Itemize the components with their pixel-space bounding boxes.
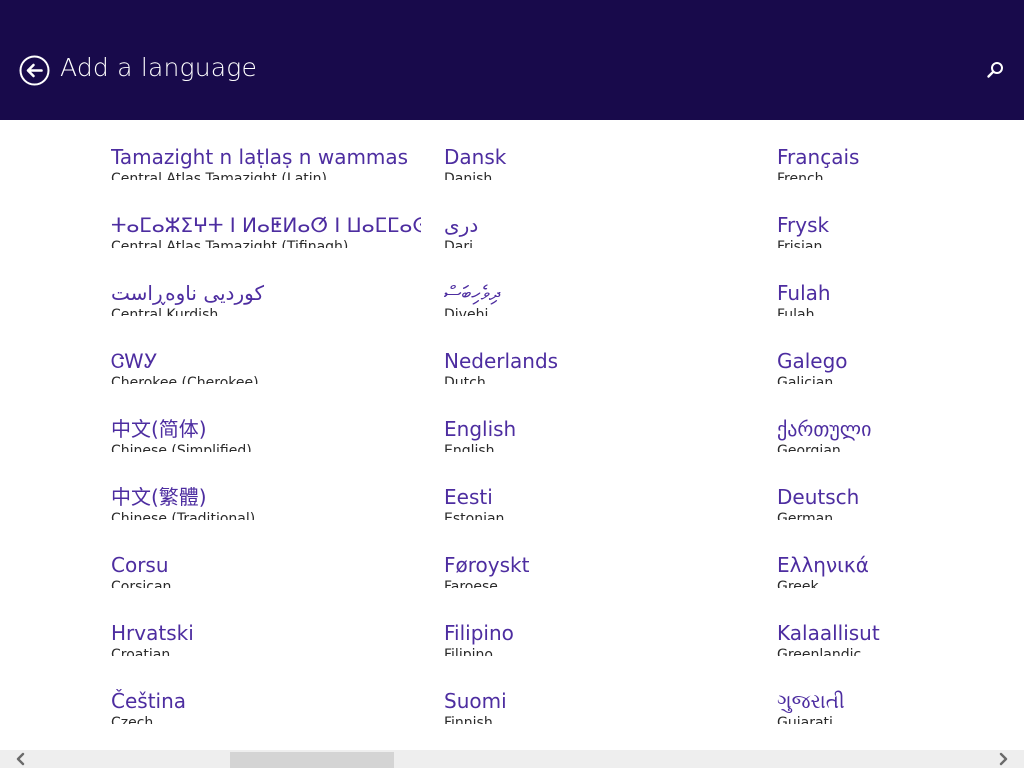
language-native-name: ⵜⴰⵎⴰⵣⵉⵖⵜ ⵏ ⵍⴰⵟⵍⴰⵚ ⵏ ⵡⴰⵎⵎⴰⵙ [111, 213, 421, 237]
language-item[interactable]: 中文(简体) Chinese (Simplified) [111, 392, 421, 452]
language-item[interactable]: Dansk Danish [444, 120, 754, 180]
header-bar: Add a language [0, 0, 1024, 120]
language-item[interactable]: Hrvatski Croatian [111, 596, 421, 656]
language-english-name: Divehi [444, 307, 489, 316]
language-native-name: Frysk [777, 213, 830, 237]
chevron-left-icon [16, 752, 25, 766]
language-english-name: French [777, 171, 824, 180]
language-item[interactable]: کوردیی ناوەڕاست Central Kurdish [111, 256, 421, 316]
language-native-name: Dansk [444, 145, 507, 169]
scroll-left-button[interactable] [12, 750, 30, 768]
language-native-name: Hrvatski [111, 621, 194, 645]
language-item[interactable]: 中文(繁體) Chinese (Traditional) [111, 460, 421, 520]
language-native-name: Corsu [111, 553, 169, 577]
language-native-name: ქართული [777, 417, 872, 441]
language-item[interactable]: Galego Galician [777, 324, 1024, 384]
search-icon [987, 62, 1003, 78]
language-native-name: Eesti [444, 485, 493, 509]
language-item[interactable]: Filipino Filipino [444, 596, 754, 656]
language-english-name: Greenlandic [777, 647, 862, 656]
language-native-name: Ελληνικά [777, 553, 869, 577]
language-native-name: Suomi [444, 689, 507, 713]
search-button[interactable] [985, 60, 1005, 80]
language-native-name: دری [444, 213, 479, 237]
language-english-name: Croatian [111, 647, 171, 656]
horizontal-scrollbar[interactable] [0, 750, 1024, 768]
language-item[interactable]: Føroyskt Faroese [444, 528, 754, 588]
language-english-name: German [777, 511, 834, 520]
language-item[interactable]: Deutsch German [777, 460, 1024, 520]
page-title: Add a language [60, 53, 258, 82]
language-english-name: Danish [444, 171, 493, 180]
language-item[interactable]: Frysk Frisian [777, 188, 1024, 248]
language-native-name: کوردیی ناوەڕاست [111, 281, 264, 305]
language-english-name: Cherokee (Cherokee) [111, 375, 259, 384]
language-english-name: Fulah [777, 307, 815, 316]
language-english-name: Corsican [111, 579, 172, 588]
language-english-name: Dari [444, 239, 474, 248]
scroll-right-button[interactable] [994, 750, 1012, 768]
language-native-name: Nederlands [444, 349, 559, 373]
language-native-name: Fulah [777, 281, 831, 305]
language-english-name: Greek [777, 579, 819, 588]
language-english-name: Estonian [444, 511, 505, 520]
language-item[interactable]: دری Dari [444, 188, 754, 248]
language-item[interactable]: Nederlands Dutch [444, 324, 754, 384]
language-item[interactable]: ⵜⴰⵎⴰⵣⵉⵖⵜ ⵏ ⵍⴰⵟⵍⴰⵚ ⵏ ⵡⴰⵎⵎⴰⵙ Central Atlas … [111, 188, 421, 248]
language-item[interactable]: Tamazight n laṭlaṣ n wammas Central Atlas… [111, 120, 421, 180]
language-item[interactable]: Kalaallisut Greenlandic [777, 596, 1024, 656]
language-item[interactable]: Français French [777, 120, 1024, 180]
language-list: Tamazight n laṭlaṣ n wammas Central Atlas… [0, 120, 1024, 750]
language-english-name: Gujarati [777, 715, 833, 724]
language-english-name: Central Kurdish [111, 307, 219, 316]
language-native-name: ᏣᎳᎩ [111, 349, 158, 373]
language-native-name: Galego [777, 349, 848, 373]
language-native-name: Kalaallisut [777, 621, 880, 645]
language-english-name: English [444, 443, 495, 452]
language-english-name: Central Atlas Tamazight (Latin) [111, 171, 327, 180]
scrollbar-thumb[interactable] [230, 752, 394, 768]
language-english-name: Central Atlas Tamazight (Tifinagh) [111, 239, 349, 248]
language-item[interactable]: Eesti Estonian [444, 460, 754, 520]
back-button[interactable] [19, 55, 50, 86]
language-native-name: Deutsch [777, 485, 860, 509]
back-arrow-icon [19, 55, 50, 86]
language-english-name: Filipino [444, 647, 493, 656]
language-item[interactable]: Fulah Fulah [777, 256, 1024, 316]
language-native-name: Čeština [111, 689, 187, 713]
language-english-name: Dutch [444, 375, 486, 384]
language-native-name: English [444, 417, 517, 441]
chevron-right-icon [999, 752, 1008, 766]
language-item[interactable]: English English [444, 392, 754, 452]
language-item[interactable]: Ελληνικά Greek [777, 528, 1024, 588]
language-native-name: Filipino [444, 621, 514, 645]
language-english-name: Czech [111, 715, 154, 724]
language-item[interactable]: ᏣᎳᎩ Cherokee (Cherokee) [111, 324, 421, 384]
language-english-name: Frisian [777, 239, 823, 248]
language-item[interactable]: ދިވެހިބަސް Divehi [444, 256, 754, 316]
language-item[interactable]: Čeština Czech [111, 664, 421, 724]
language-english-name: Finnish [444, 715, 493, 724]
language-item[interactable]: ქართული Georgian [777, 392, 1024, 452]
language-english-name: Galician [777, 375, 834, 384]
language-english-name: Georgian [777, 443, 841, 452]
language-native-name: Tamazight n laṭlaṣ n wammas [111, 145, 409, 169]
language-english-name: Faroese [444, 579, 498, 588]
language-native-name: Føroyskt [444, 553, 530, 577]
language-item[interactable]: ગુજરાતી Gujarati [777, 664, 1024, 724]
language-english-name: Chinese (Traditional) [111, 511, 256, 520]
language-native-name: ދިވެހިބަސް [444, 281, 500, 305]
language-native-name: Français [777, 145, 860, 169]
language-native-name: ગુજરાતી [777, 689, 845, 713]
language-item[interactable]: Suomi Finnish [444, 664, 754, 724]
language-native-name: 中文(繁體) [111, 485, 207, 509]
language-english-name: Chinese (Simplified) [111, 443, 252, 452]
language-native-name: 中文(简体) [111, 417, 207, 441]
language-item[interactable]: Corsu Corsican [111, 528, 421, 588]
